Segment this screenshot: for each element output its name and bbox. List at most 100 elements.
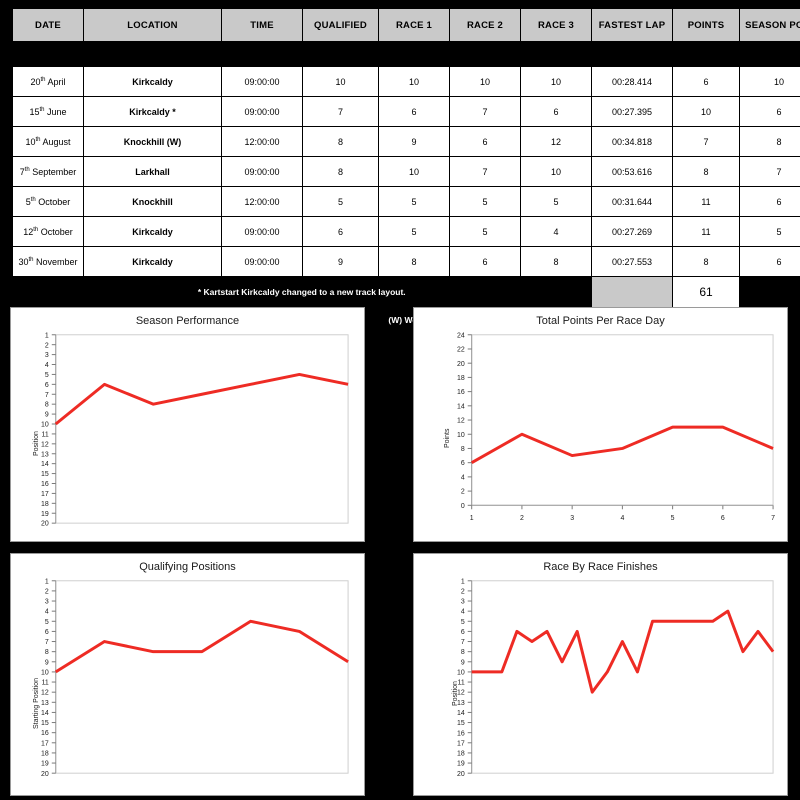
svg-text:14: 14 [457, 403, 465, 410]
svg-text:3: 3 [45, 352, 49, 359]
svg-text:14: 14 [457, 710, 465, 717]
cell-date: 20th April [12, 66, 84, 97]
cell-fastest-lap: 00:28.414 [591, 66, 673, 97]
cell-race-2: 6 [449, 246, 521, 277]
cell-time: 09:00:00 [221, 246, 303, 277]
cell-qualified: 8 [302, 126, 379, 157]
cell-location: Larkhall [83, 156, 222, 187]
svg-text:1: 1 [45, 578, 49, 585]
chart-panel-race-by-race: Race By Race Finishes Position 123456789… [413, 553, 788, 796]
svg-text:14: 14 [41, 461, 49, 468]
svg-text:0: 0 [461, 503, 465, 510]
svg-text:2: 2 [461, 489, 465, 496]
cell-qualified: 9 [302, 246, 379, 277]
cell-points: 8 [672, 246, 740, 277]
svg-text:19: 19 [41, 761, 49, 768]
header-gap-row [12, 41, 800, 67]
column-header-qualified: QUALIFIED [302, 8, 379, 42]
svg-text:6: 6 [45, 629, 49, 636]
svg-text:11: 11 [458, 680, 465, 687]
table-row: 15th June Kirkcaldy * 09:00:00 7 6 7 6 00:27.39… [12, 96, 800, 127]
cell-date: 5th October [12, 186, 84, 217]
table-row: 20th April Kirkcaldy 09:00:00 10 10 10 10 00:28… [12, 66, 800, 97]
cell-season-pos: 6 [739, 96, 800, 127]
cell-points: 6 [672, 66, 740, 97]
cell-location: Knockhill [83, 186, 222, 217]
svg-text:7: 7 [45, 392, 49, 399]
cell-race-3: 12 [520, 126, 592, 157]
cell-location: Kirkcaldy [83, 216, 222, 247]
svg-text:4: 4 [45, 609, 49, 616]
cell-race-2: 5 [449, 186, 521, 217]
svg-text:2: 2 [45, 342, 49, 349]
svg-text:22: 22 [457, 347, 465, 354]
cell-time: 09:00:00 [221, 216, 303, 247]
results-sheet: DATE LOCATION TIME QUALIFIED RACE 1 RACE… [0, 0, 800, 800]
cell-time: 12:00:00 [221, 186, 303, 217]
svg-text:20: 20 [41, 521, 49, 528]
svg-text:16: 16 [457, 730, 465, 737]
svg-text:12: 12 [457, 418, 465, 425]
svg-text:10: 10 [41, 422, 49, 429]
svg-text:7: 7 [771, 515, 775, 522]
svg-text:6: 6 [721, 515, 725, 522]
cell-season-pos: 6 [739, 186, 800, 217]
svg-text:2: 2 [461, 588, 465, 595]
svg-text:14: 14 [41, 710, 49, 717]
svg-text:18: 18 [41, 501, 49, 508]
cell-points: 7 [672, 126, 740, 157]
table-row: 12th October Kirkcaldy 09:00:00 6 5 5 4 00:27.2… [12, 216, 800, 247]
svg-text:16: 16 [41, 481, 49, 488]
cell-fastest-lap: 00:27.395 [591, 96, 673, 127]
svg-text:15: 15 [41, 720, 49, 727]
cell-race-3: 10 [520, 156, 592, 187]
cell-points: 11 [672, 216, 740, 247]
svg-text:1: 1 [461, 578, 465, 585]
cell-location: Kirkcaldy * [83, 96, 222, 127]
results-table-container: DATE LOCATION TIME QUALIFIED RACE 1 RACE… [12, 8, 800, 332]
table-row: 7th September Larkhall 09:00:00 8 10 7 10 00:53… [12, 156, 800, 187]
chart-plot-total-points: 0246810121416182022241 2 3 4 5 6 7 [457, 332, 775, 522]
cell-points: 11 [672, 186, 740, 217]
svg-text:5: 5 [45, 619, 49, 626]
cell-time: 12:00:00 [221, 126, 303, 157]
svg-text:10: 10 [457, 670, 465, 677]
svg-text:7: 7 [461, 639, 465, 646]
cell-race-1: 10 [378, 156, 450, 187]
charts-area: Season Performance Position 1 2 3 4 5 6 7 8 9 10 1… [0, 303, 800, 800]
cell-date: 10th August [12, 126, 84, 157]
svg-text:13: 13 [41, 700, 49, 707]
column-header-time: TIME [221, 8, 303, 42]
cell-fastest-lap: 00:31.644 [591, 186, 673, 217]
svg-text:2: 2 [520, 515, 524, 522]
cell-race-1: 6 [378, 96, 450, 127]
svg-text:4: 4 [45, 362, 49, 369]
svg-text:12: 12 [457, 690, 465, 697]
svg-text:4: 4 [620, 515, 624, 522]
cell-fastest-lap: 00:27.553 [591, 246, 673, 277]
cell-race-2: 7 [449, 156, 521, 187]
cell-race-1: 8 [378, 246, 450, 277]
cell-race-2: 10 [449, 66, 521, 97]
column-header-season-pos: SEASON POS. [739, 8, 800, 42]
chart-plot-season-performance: 1234567891011121314151617181920 [41, 332, 349, 528]
cell-qualified: 8 [302, 156, 379, 187]
column-header-race-1: RACE 1 [378, 8, 450, 42]
svg-text:20: 20 [457, 361, 465, 368]
column-header-location: LOCATION [83, 8, 222, 42]
header-row: DATE LOCATION TIME QUALIFIED RACE 1 RACE… [12, 8, 800, 42]
svg-text:20: 20 [41, 771, 49, 778]
cell-fastest-lap: 00:27.269 [591, 216, 673, 247]
cell-time: 09:00:00 [221, 66, 303, 97]
svg-text:19: 19 [41, 511, 49, 518]
svg-text:8: 8 [461, 446, 465, 453]
cell-season-pos: 6 [739, 246, 800, 277]
svg-text:20: 20 [457, 771, 465, 778]
svg-text:8: 8 [461, 649, 465, 656]
svg-text:18: 18 [457, 751, 465, 758]
svg-text:11: 11 [42, 680, 49, 687]
cell-race-1: 10 [378, 66, 450, 97]
svg-text:8: 8 [45, 649, 49, 656]
svg-text:12: 12 [41, 441, 49, 448]
cell-date: 30th November [12, 246, 84, 277]
